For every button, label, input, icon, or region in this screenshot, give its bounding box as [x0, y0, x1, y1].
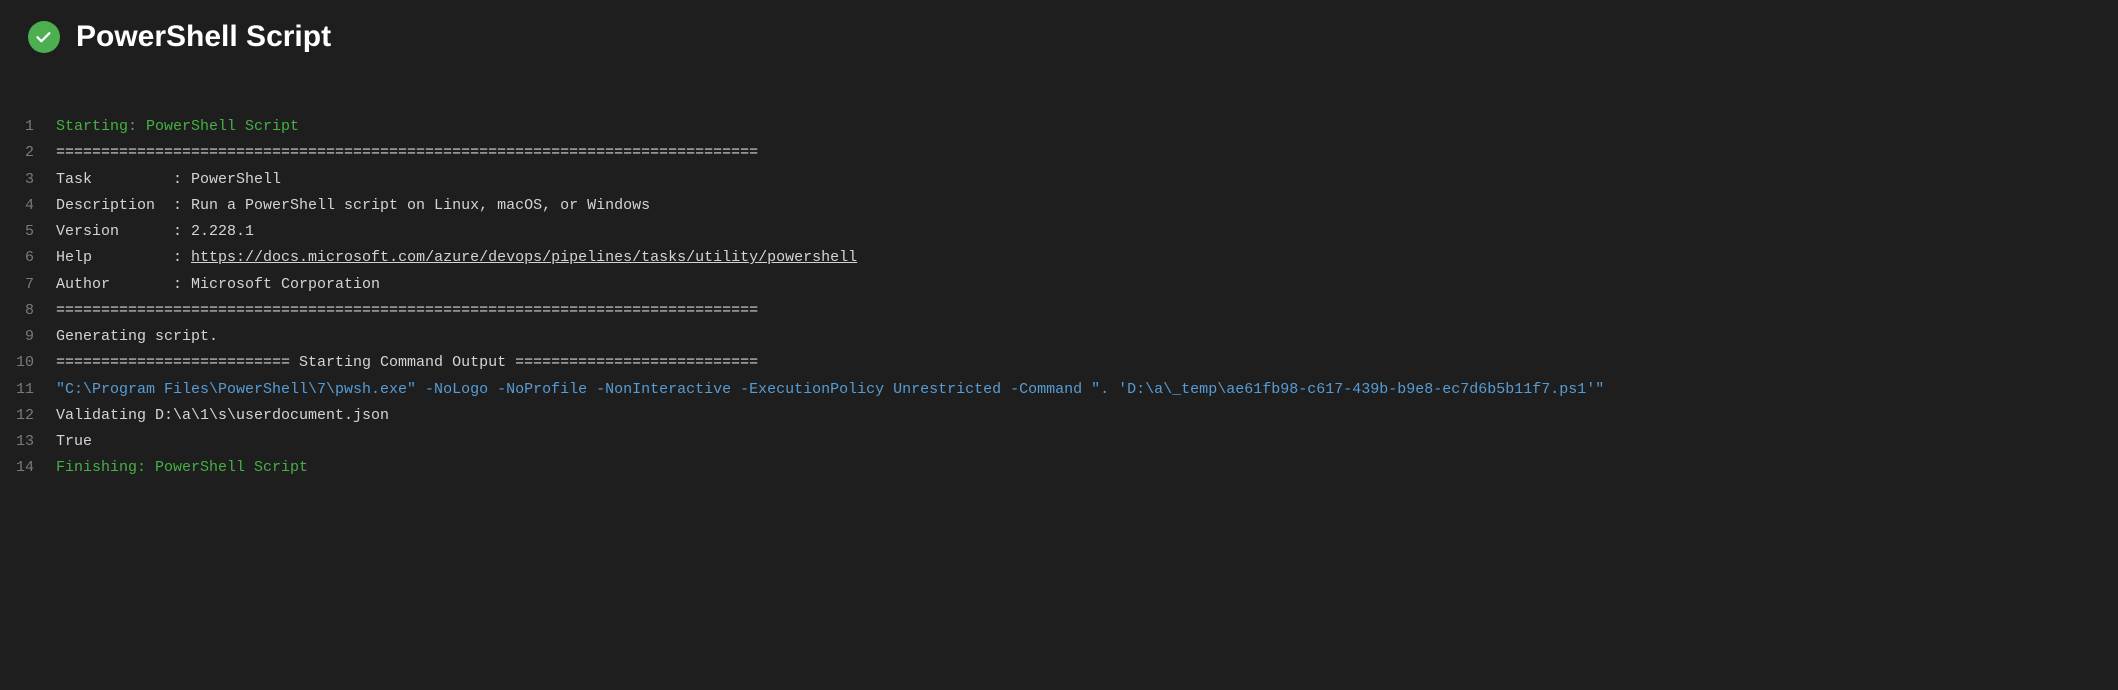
log-text: Starting: PowerShell Script — [56, 114, 299, 140]
log-line: 4 Description : Run a PowerShell script … — [0, 193, 2118, 219]
log-line: 10 ========================== Starting C… — [0, 350, 2118, 376]
line-number: 3 — [0, 167, 56, 193]
log-line: 11 "C:\Program Files\PowerShell\7\pwsh.e… — [0, 377, 2118, 403]
success-status-icon — [28, 21, 60, 53]
line-number: 2 — [0, 140, 56, 166]
check-icon — [35, 28, 53, 46]
log-text: True — [56, 429, 92, 455]
line-number: 6 — [0, 245, 56, 271]
help-link[interactable]: https://docs.microsoft.com/azure/devops/… — [191, 249, 857, 266]
line-number: 12 — [0, 403, 56, 429]
log-line: 6 Help : https://docs.microsoft.com/azur… — [0, 245, 2118, 271]
log-line: 14 Finishing: PowerShell Script — [0, 455, 2118, 481]
task-header: PowerShell Script — [0, 0, 2118, 74]
line-number: 11 — [0, 377, 56, 403]
line-number: 9 — [0, 324, 56, 350]
log-text: Generating script. — [56, 324, 218, 350]
log-text: ========================================… — [56, 140, 758, 166]
log-text: Help : https://docs.microsoft.com/azure/… — [56, 245, 857, 271]
log-text: Finishing: PowerShell Script — [56, 455, 308, 481]
log-text: Description : Run a PowerShell script on… — [56, 193, 650, 219]
line-number: 4 — [0, 193, 56, 219]
log-line: 2 ======================================… — [0, 140, 2118, 166]
log-line: 8 ======================================… — [0, 298, 2118, 324]
log-output[interactable]: 1 Starting: PowerShell Script 2 ========… — [0, 74, 2118, 502]
log-line: 5 Version : 2.228.1 — [0, 219, 2118, 245]
log-text: "C:\Program Files\PowerShell\7\pwsh.exe"… — [56, 377, 1604, 403]
line-number: 7 — [0, 272, 56, 298]
log-prefix: Help : — [56, 249, 191, 266]
task-title: PowerShell Script — [76, 20, 331, 54]
log-line: 3 Task : PowerShell — [0, 167, 2118, 193]
log-text: Validating D:\a\1\s\userdocument.json — [56, 403, 389, 429]
log-line: 1 Starting: PowerShell Script — [0, 114, 2118, 140]
line-number: 1 — [0, 114, 56, 140]
log-line: 12 Validating D:\a\1\s\userdocument.json — [0, 403, 2118, 429]
log-line: 9 Generating script. — [0, 324, 2118, 350]
line-number: 13 — [0, 429, 56, 455]
log-text: ========================== Starting Comm… — [56, 350, 758, 376]
log-text: Author : Microsoft Corporation — [56, 272, 380, 298]
log-line: 13 True — [0, 429, 2118, 455]
log-text: Task : PowerShell — [56, 167, 281, 193]
line-number: 8 — [0, 298, 56, 324]
line-number: 5 — [0, 219, 56, 245]
log-text: ========================================… — [56, 298, 758, 324]
log-line: 7 Author : Microsoft Corporation — [0, 272, 2118, 298]
log-text: Version : 2.228.1 — [56, 219, 254, 245]
line-number: 14 — [0, 455, 56, 481]
line-number: 10 — [0, 350, 56, 376]
